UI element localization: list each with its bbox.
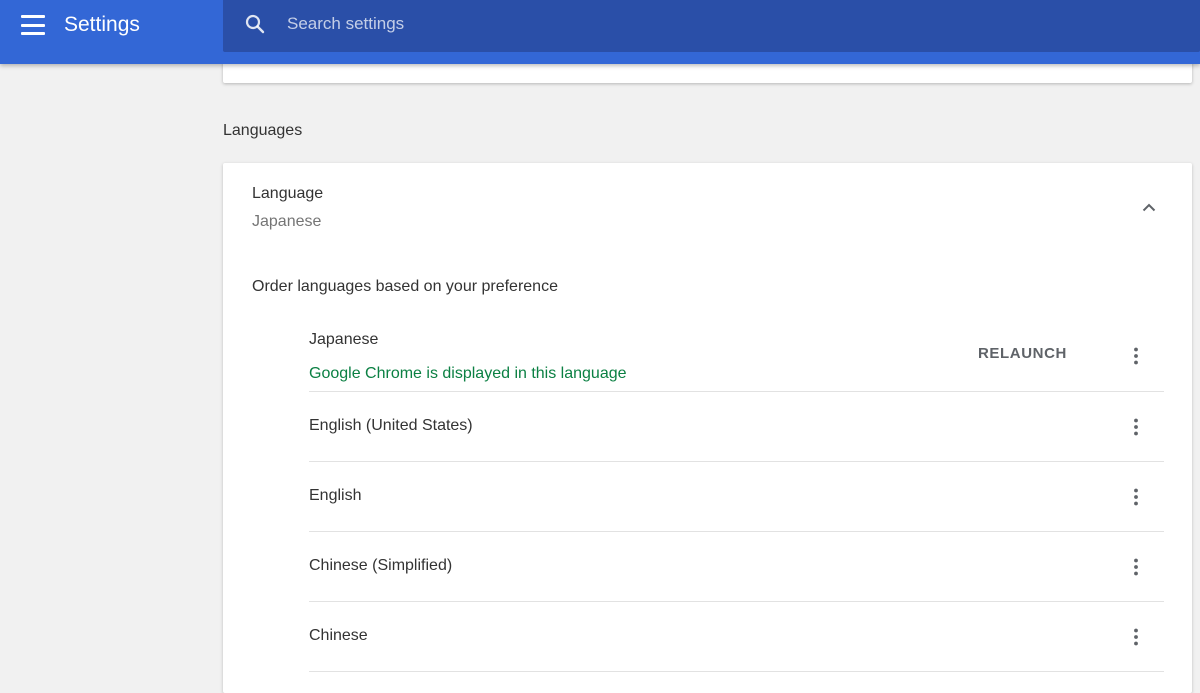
- menu-bar: [21, 23, 45, 27]
- language-collapse-header[interactable]: Language Japanese: [223, 163, 1192, 243]
- menu-bar: [21, 32, 45, 35]
- language-list: Japanese Google Chrome is displayed in t…: [309, 321, 1164, 672]
- more-actions-icon[interactable]: [1124, 485, 1148, 509]
- language-row-english-us: English (United States): [309, 392, 1164, 462]
- search-icon: [245, 14, 265, 34]
- language-name: English: [309, 487, 362, 504]
- top-toolbar: Settings: [0, 0, 1200, 64]
- language-name: Japanese: [309, 331, 379, 348]
- section-title-languages: Languages: [223, 122, 303, 139]
- relaunch-button[interactable]: RELAUNCH: [978, 345, 1067, 362]
- chevron-up-icon[interactable]: [1137, 196, 1161, 220]
- more-actions-icon[interactable]: [1124, 415, 1148, 439]
- language-row-japanese: Japanese Google Chrome is displayed in t…: [309, 321, 1164, 392]
- menu-icon[interactable]: [20, 13, 46, 37]
- search-box[interactable]: [223, 0, 1200, 52]
- language-name: Chinese: [309, 627, 368, 644]
- language-name: Chinese (Simplified): [309, 557, 453, 574]
- search-input[interactable]: [287, 10, 1167, 38]
- language-name: English (United States): [309, 417, 473, 434]
- menu-bar: [21, 15, 45, 18]
- display-language-note: Google Chrome is displayed in this langu…: [309, 365, 627, 382]
- language-label: Language: [252, 185, 324, 202]
- app-title: Settings: [64, 13, 140, 36]
- language-row-english: English: [309, 462, 1164, 532]
- language-row-chinese: Chinese: [309, 602, 1164, 672]
- more-actions-icon[interactable]: [1124, 555, 1148, 579]
- language-row-chinese-simplified: Chinese (Simplified): [309, 532, 1164, 602]
- order-languages-label: Order languages based on your preference: [252, 278, 558, 295]
- languages-card: Language Japanese Order languages based …: [223, 163, 1192, 693]
- language-current-value: Japanese: [252, 213, 322, 230]
- more-actions-icon[interactable]: [1124, 625, 1148, 649]
- more-actions-icon[interactable]: [1124, 344, 1148, 368]
